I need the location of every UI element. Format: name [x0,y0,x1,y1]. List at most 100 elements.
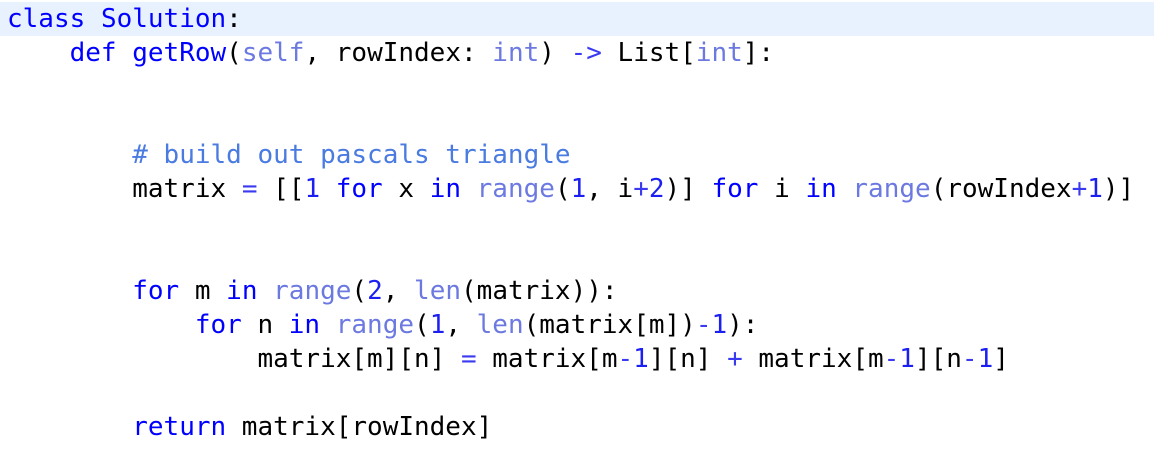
code-line[interactable] [0,70,1154,104]
code-token: 1 [1087,174,1103,204]
code-token: in [429,174,461,204]
code-line[interactable]: class Solution: [0,2,1154,36]
code-token: ][n [914,344,962,374]
code-token: 1 [977,344,994,374]
code-line[interactable]: for n in range(1, len(matrix[m])-1): [0,308,1154,342]
code-token: 1 [899,344,915,374]
code-token: + [633,174,649,204]
code-token: for [194,310,242,340]
code-token: 2 [367,276,383,306]
code-token: , rowIndex: [304,38,493,68]
code-token: class [7,4,86,34]
code-token: + [727,344,743,374]
code-token: range [335,310,415,340]
code-token: 1 [633,344,649,374]
code-token: Solution [100,4,227,34]
code-token: ( [226,38,242,68]
code-token: len [476,310,524,340]
code-line-text: for n in range(1, len(matrix[m])-1): [7,308,759,342]
code-token: matrix [7,174,242,204]
code-token: # build out pascals triangle [132,140,571,170]
code-token: -> [570,38,602,68]
code-token: - [961,344,978,374]
code-line[interactable]: for m in range(2, len(matrix)): [0,274,1154,308]
code-token: )] [1102,174,1135,204]
code-token: , [445,310,477,340]
code-line-text: def getRow(self, rowIndex: int) -> List[… [7,36,774,70]
code-token: ( [554,174,571,204]
code-token: range [852,174,931,204]
code-token: return [132,412,227,442]
code-token: List[ [601,38,696,68]
code-token: i [758,174,806,204]
code-token: ): [727,310,759,340]
code-line-text: class Solution: [7,2,242,36]
code-token: = [460,344,477,374]
code-line[interactable]: return matrix[rowIndex] [0,410,1154,444]
code-token: matrix[m [742,344,884,374]
code-token: 1 [429,310,446,340]
code-token: ) [539,38,571,68]
code-token: - [617,344,634,374]
code-token: def [69,38,117,68]
code-token: x [382,174,430,204]
code-line-text: # build out pascals triangle [7,138,571,172]
code-token: for [132,276,180,306]
code-token: ]: [742,38,775,68]
code-token: , [382,276,415,306]
code-token: , i [586,174,634,204]
code-token: in [288,310,321,340]
code-line[interactable]: # build out pascals triangle [0,138,1154,172]
code-token: getRow [132,38,227,68]
code-token: 1 [304,174,321,204]
code-token: + [1071,174,1088,204]
code-token: in [805,174,837,204]
code-token: self [241,38,305,68]
code-token: in [226,276,258,306]
code-token: matrix[rowIndex] [226,412,493,442]
code-editor[interactable]: class Solution: def getRow(self, rowInde… [0,0,1154,470]
code-line[interactable] [0,104,1154,138]
code-token: n [241,310,289,340]
code-token: - [883,344,900,374]
code-token: int [492,38,540,68]
code-line[interactable]: matrix = [[1 for x in range(1, i+2)] for… [0,172,1154,206]
code-token: ] [993,344,1009,374]
code-token: 1 [711,310,728,340]
code-token: matrix[m][n] [7,344,461,374]
code-line-text: matrix = [[1 for x in range(1, i+2)] for… [7,172,1134,206]
code-token: range [273,276,352,306]
code-token: for [711,174,759,204]
code-token: : [226,4,242,34]
code-line[interactable] [0,376,1154,410]
code-token: range [476,174,555,204]
code-token: m [179,276,227,306]
code-token: for [335,174,383,204]
code-token: int [695,38,743,68]
code-token: matrix[m [476,344,618,374]
code-line[interactable]: def getRow(self, rowIndex: int) -> List[… [0,36,1154,70]
code-token: - [695,310,712,340]
code-token: len [414,276,462,306]
code-token: )] [664,174,712,204]
code-line[interactable] [0,206,1154,240]
code-line[interactable]: matrix[m][n] = matrix[m-1][n] + matrix[m… [0,342,1154,376]
code-token: [[ [257,174,305,204]
code-token: (rowIndex [930,174,1072,204]
code-token: (matrix[m]) [523,310,696,340]
code-token: (matrix)): [461,276,618,306]
code-line[interactable] [0,240,1154,274]
code-token: ][n] [648,344,728,374]
code-line-text: return matrix[rowIndex] [7,410,492,444]
code-line-text: matrix[m][n] = matrix[m-1][n] + matrix[m… [7,342,1009,376]
